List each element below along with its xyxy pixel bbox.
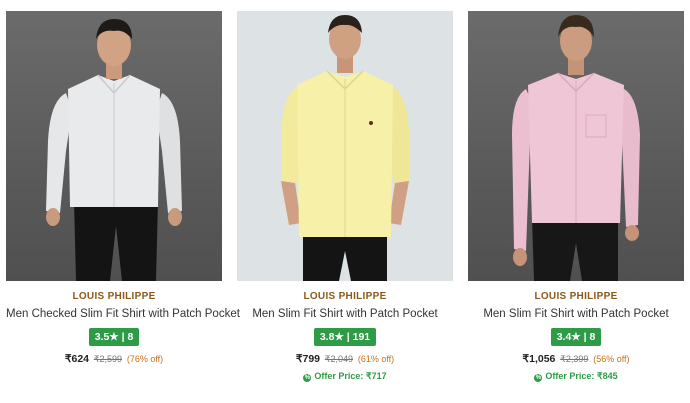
offer-price-text: Offer Price: ₹717: [314, 371, 387, 381]
offer-price: % Offer Price: ₹717: [237, 371, 453, 382]
model-illustration: [46, 19, 182, 281]
percent-badge-icon: %: [303, 374, 312, 382]
price-line: ₹799 ₹2,049 (61% off): [237, 353, 453, 365]
product-title[interactable]: Men Checked Slim Fit Shirt with Patch Po…: [6, 308, 240, 320]
selling-price: ₹799: [295, 353, 321, 365]
mrp-price: ₹2,399: [560, 354, 589, 364]
product-brand[interactable]: LOUIS PHILIPPE: [6, 291, 222, 302]
model-illustration: [281, 15, 409, 281]
offer-price: % Offer Price: ₹845: [468, 371, 684, 382]
product-brand[interactable]: LOUIS PHILIPPE: [237, 291, 453, 302]
rating-badge: 3.8★ | 191: [313, 328, 377, 346]
offer-price-text: Offer Price: ₹845: [545, 371, 618, 381]
mrp-price: ₹2,599: [93, 354, 123, 364]
price-line: ₹624 ₹2,599 (76% off): [6, 353, 222, 365]
product-image[interactable]: [468, 11, 684, 281]
product-image[interactable]: [6, 11, 222, 281]
rating-badge: 3.4★ | 8: [550, 328, 602, 346]
mrp-price: ₹2,049: [324, 354, 354, 364]
discount-percent: (76% off): [126, 354, 164, 364]
product-card[interactable]: LOUIS PHILIPPE Men Slim Fit Shirt with P…: [237, 11, 453, 382]
selling-price: ₹1,056: [522, 353, 556, 365]
product-image[interactable]: [237, 11, 453, 281]
discount-percent: (56% off): [593, 354, 630, 364]
product-title[interactable]: Men Slim Fit Shirt with Patch Pocket: [468, 308, 684, 320]
price-line: ₹1,056 ₹2,399 (56% off): [468, 353, 684, 365]
percent-badge-icon: %: [534, 374, 543, 382]
product-card[interactable]: LOUIS PHILIPPE Men Slim Fit Shirt with P…: [468, 11, 684, 382]
product-grid: LOUIS PHILIPPE Men Checked Slim Fit Shir…: [0, 0, 690, 403]
model-illustration: [512, 15, 640, 281]
product-card[interactable]: LOUIS PHILIPPE Men Checked Slim Fit Shir…: [6, 11, 240, 365]
discount-percent: (61% off): [357, 354, 395, 364]
product-brand[interactable]: LOUIS PHILIPPE: [468, 291, 684, 302]
rating-badge: 3.5★ | 8: [88, 328, 140, 346]
product-title[interactable]: Men Slim Fit Shirt with Patch Pocket: [237, 308, 453, 320]
selling-price: ₹624: [64, 353, 90, 365]
